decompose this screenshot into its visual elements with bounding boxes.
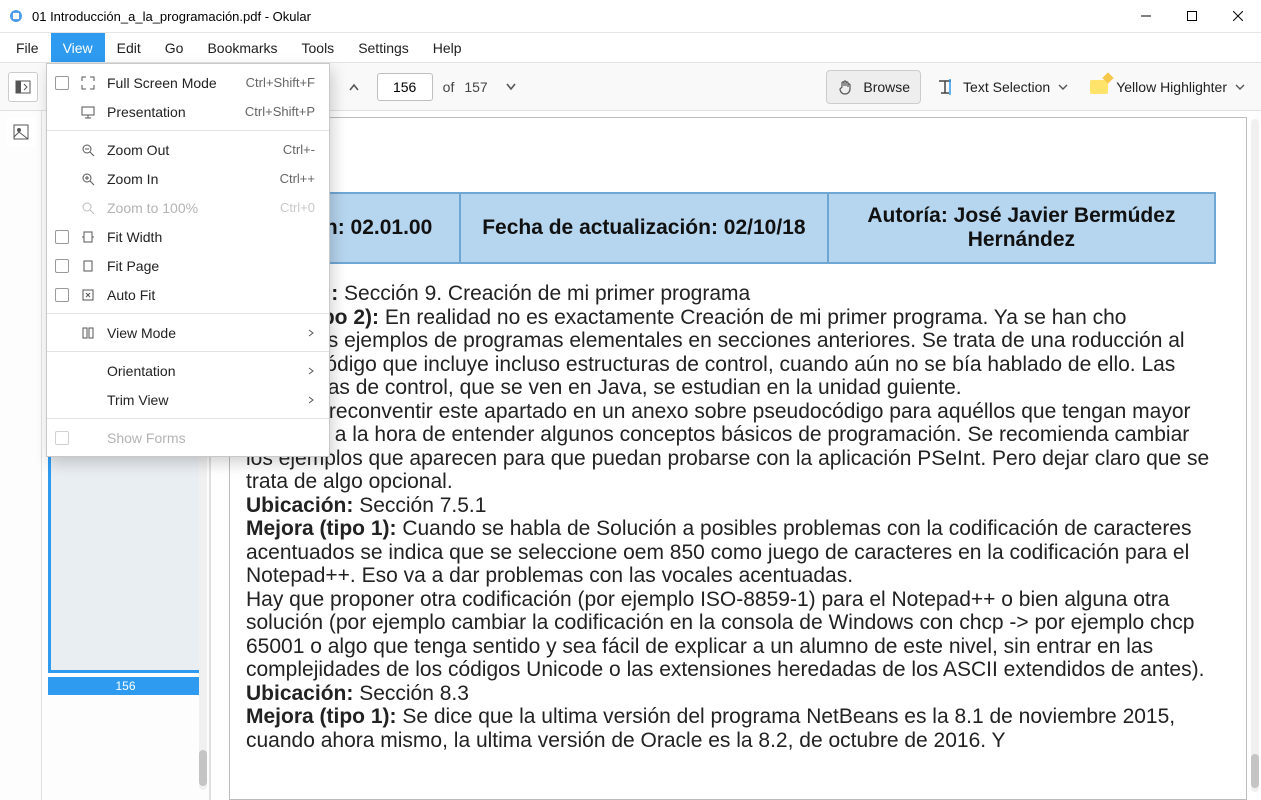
chevron-down-icon[interactable] bbox=[1058, 84, 1068, 90]
doc-header-table: ersión: 02.01.00 Fecha de actualización:… bbox=[246, 192, 1216, 264]
menu-view-mode[interactable]: View Mode bbox=[47, 318, 329, 347]
highlighter-icon bbox=[1090, 80, 1108, 94]
minimize-button[interactable] bbox=[1123, 0, 1169, 32]
menu-view[interactable]: View bbox=[51, 33, 105, 62]
menu-fit-page[interactable]: Fit Page bbox=[47, 251, 329, 280]
page-canvas: ersión: 02.01.00 Fecha de actualización:… bbox=[229, 117, 1247, 800]
menu-trim-view[interactable]: Trim View bbox=[47, 385, 329, 414]
submenu-arrow-icon bbox=[307, 367, 315, 375]
document-scrollbar[interactable] bbox=[1251, 119, 1259, 792]
submenu-arrow-icon bbox=[307, 396, 315, 404]
document-view[interactable]: ersión: 02.01.00 Fecha de actualización:… bbox=[210, 111, 1261, 800]
menu-orientation[interactable]: Orientation bbox=[47, 356, 329, 385]
menu-show-forms: Show Forms bbox=[47, 423, 329, 452]
browse-tool-button[interactable]: Browse bbox=[826, 70, 921, 104]
doc-body: bicación: Sección 9. Creación de mi prim… bbox=[246, 282, 1216, 752]
page-navigation: of 157 bbox=[341, 73, 524, 101]
menu-zoom-in[interactable]: Zoom In Ctrl++ bbox=[47, 164, 329, 193]
close-button[interactable] bbox=[1215, 0, 1261, 32]
thumbnail-label: 156 bbox=[48, 677, 203, 695]
text-selection-tool[interactable]: Text Selection bbox=[927, 77, 1076, 97]
menu-go[interactable]: Go bbox=[153, 33, 196, 62]
menu-edit[interactable]: Edit bbox=[105, 33, 153, 62]
fit-width-icon bbox=[79, 228, 97, 246]
prev-page-button[interactable] bbox=[341, 74, 367, 100]
page-of-label: of bbox=[443, 79, 455, 95]
menu-tools[interactable]: Tools bbox=[290, 33, 347, 62]
side-rail bbox=[0, 111, 42, 800]
auto-fit-icon bbox=[79, 286, 97, 304]
thumbnail-156[interactable]: 156 bbox=[48, 449, 203, 695]
zoom-in-icon bbox=[79, 170, 97, 188]
title-bar: 01 Introducción_a_la_programación.pdf - … bbox=[0, 0, 1261, 33]
menu-zoom-out[interactable]: Zoom Out Ctrl+- bbox=[47, 135, 329, 164]
text-selection-icon bbox=[935, 77, 955, 97]
text-selection-label: Text Selection bbox=[963, 79, 1050, 95]
thumbnails-tab[interactable] bbox=[6, 117, 36, 147]
window-title: 01 Introducción_a_la_programación.pdf - … bbox=[32, 9, 1123, 24]
page-number-input[interactable] bbox=[377, 73, 433, 101]
view-mode-icon bbox=[79, 324, 97, 342]
yellow-highlighter-label: Yellow Highlighter bbox=[1116, 79, 1227, 95]
app-icon bbox=[8, 8, 24, 24]
toggle-sidebar-button[interactable] bbox=[8, 72, 38, 102]
menu-file[interactable]: File bbox=[4, 33, 51, 62]
chevron-down-icon[interactable] bbox=[1235, 84, 1245, 90]
menu-bookmarks[interactable]: Bookmarks bbox=[195, 33, 289, 62]
menu-zoom-100: Zoom to 100% Ctrl+0 bbox=[47, 193, 329, 222]
header-date: Fecha de actualización: 02/10/18 bbox=[460, 193, 828, 263]
view-dropdown-menu: Full Screen Mode Ctrl+Shift+F Presentati… bbox=[46, 63, 330, 457]
hand-icon bbox=[837, 78, 855, 96]
yellow-highlighter-tool[interactable]: Yellow Highlighter bbox=[1082, 79, 1253, 95]
fit-page-icon bbox=[79, 257, 97, 275]
zoom-out-icon bbox=[79, 141, 97, 159]
maximize-button[interactable] bbox=[1169, 0, 1215, 32]
menu-fit-width[interactable]: Fit Width bbox=[47, 222, 329, 251]
browse-label: Browse bbox=[863, 79, 910, 95]
window-controls bbox=[1123, 0, 1261, 32]
menu-settings[interactable]: Settings bbox=[346, 33, 421, 62]
page-total: 157 bbox=[464, 79, 487, 95]
zoom-100-icon bbox=[79, 199, 97, 217]
header-author: Autoría: José Javier Bermúdez Hernández bbox=[828, 193, 1215, 263]
menu-bar: File View Edit Go Bookmarks Tools Settin… bbox=[0, 33, 1261, 63]
fullscreen-icon bbox=[79, 74, 97, 92]
menu-presentation[interactable]: Presentation Ctrl+Shift+P bbox=[47, 97, 329, 126]
submenu-arrow-icon bbox=[307, 329, 315, 337]
presentation-icon bbox=[79, 103, 97, 121]
next-page-button[interactable] bbox=[498, 74, 524, 100]
menu-full-screen[interactable]: Full Screen Mode Ctrl+Shift+F bbox=[47, 68, 329, 97]
menu-help[interactable]: Help bbox=[421, 33, 474, 62]
menu-auto-fit[interactable]: Auto Fit bbox=[47, 280, 329, 309]
